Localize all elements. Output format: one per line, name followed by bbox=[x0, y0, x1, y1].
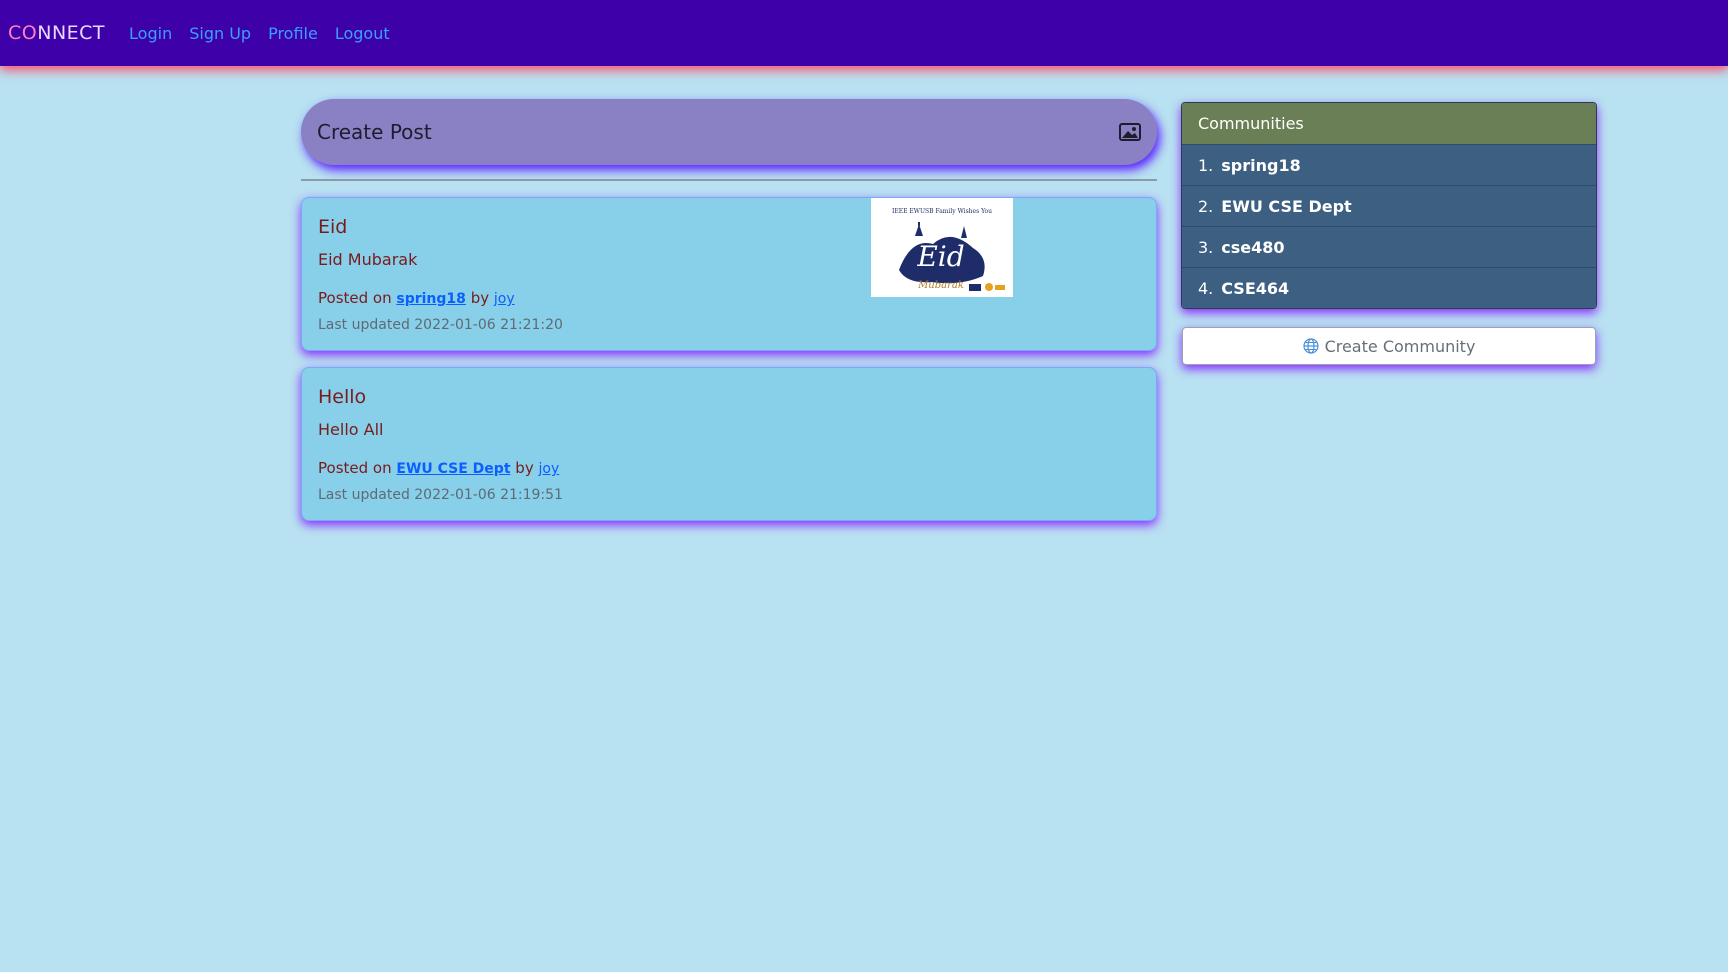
community-number: 3. bbox=[1198, 237, 1214, 257]
community-name: EWU CSE Dept bbox=[1221, 196, 1352, 216]
image-subtitle: Mubarak bbox=[917, 280, 964, 291]
post-title: Eid bbox=[318, 216, 348, 238]
communities-header: Communities bbox=[1182, 103, 1596, 144]
post-community-link[interactable]: spring18 bbox=[396, 291, 466, 307]
post-image: IEEE EWUSB Family Wishes You Eid Mubarak bbox=[871, 198, 1013, 297]
post-title: Hello bbox=[318, 386, 367, 408]
image-icon[interactable] bbox=[1119, 123, 1141, 141]
post-body: Hello All bbox=[318, 420, 384, 439]
community-item[interactable]: 3. cse480 bbox=[1182, 226, 1596, 267]
brand-logo[interactable]: CO NNECT bbox=[8, 22, 105, 44]
brand-part1: CO bbox=[8, 22, 38, 44]
post-author-link[interactable]: joy bbox=[538, 461, 559, 477]
community-number: 2. bbox=[1198, 196, 1214, 216]
post-card: Hello Hello All Posted on EWU CSE Dept b… bbox=[301, 367, 1157, 521]
post-meta: Posted on EWU CSE Dept by joy bbox=[318, 459, 1140, 477]
post-author-link[interactable]: joy bbox=[494, 291, 515, 307]
by-label: by bbox=[470, 289, 490, 307]
community-item[interactable]: 2. EWU CSE Dept bbox=[1182, 185, 1596, 226]
brand-part2: NNECT bbox=[37, 22, 106, 44]
create-post-label: Create Post bbox=[317, 120, 432, 144]
post-updated: Last updated 2022-01-06 21:19:51 bbox=[318, 487, 563, 503]
community-number: 1. bbox=[1198, 155, 1214, 175]
by-label: by bbox=[515, 459, 534, 477]
image-title: Eid bbox=[916, 240, 964, 273]
posted-on-label: Posted on bbox=[318, 459, 392, 477]
create-community-label: Create Community bbox=[1324, 336, 1476, 356]
post-community-link[interactable]: EWU CSE Dept bbox=[396, 461, 510, 477]
community-number: 4. bbox=[1198, 278, 1214, 298]
top-navbar: CO NNECT Login Sign Up Profile Logout bbox=[0, 0, 1728, 66]
nav-logout-link[interactable]: Logout bbox=[335, 24, 390, 43]
globe-icon bbox=[1302, 338, 1319, 354]
community-item[interactable]: 1. spring18 bbox=[1182, 144, 1596, 185]
nav-signup-link[interactable]: Sign Up bbox=[189, 24, 251, 43]
community-name: CSE464 bbox=[1221, 278, 1290, 298]
post-body: Eid Mubarak bbox=[318, 250, 418, 269]
post-card: Eid Eid Mubarak Posted on spring18 by jo… bbox=[301, 197, 1157, 351]
post-meta: Posted on spring18 by joy bbox=[318, 289, 1140, 307]
communities-panel: Communities 1. spring18 2. EWU CSE Dept … bbox=[1181, 102, 1597, 309]
community-name: spring18 bbox=[1221, 155, 1301, 175]
create-post-bar[interactable]: Create Post bbox=[301, 99, 1157, 165]
community-item[interactable]: 4. CSE464 bbox=[1182, 267, 1596, 308]
posted-on-label: Posted on bbox=[318, 289, 392, 307]
post-updated: Last updated 2022-01-06 21:21:20 bbox=[318, 317, 563, 333]
image-caption: IEEE EWUSB Family Wishes You bbox=[892, 208, 992, 215]
divider bbox=[301, 179, 1157, 181]
create-community-button[interactable]: Create Community bbox=[1182, 327, 1596, 365]
community-name: cse480 bbox=[1221, 237, 1285, 257]
nav-login-link[interactable]: Login bbox=[129, 24, 172, 43]
nav-profile-link[interactable]: Profile bbox=[268, 24, 318, 43]
